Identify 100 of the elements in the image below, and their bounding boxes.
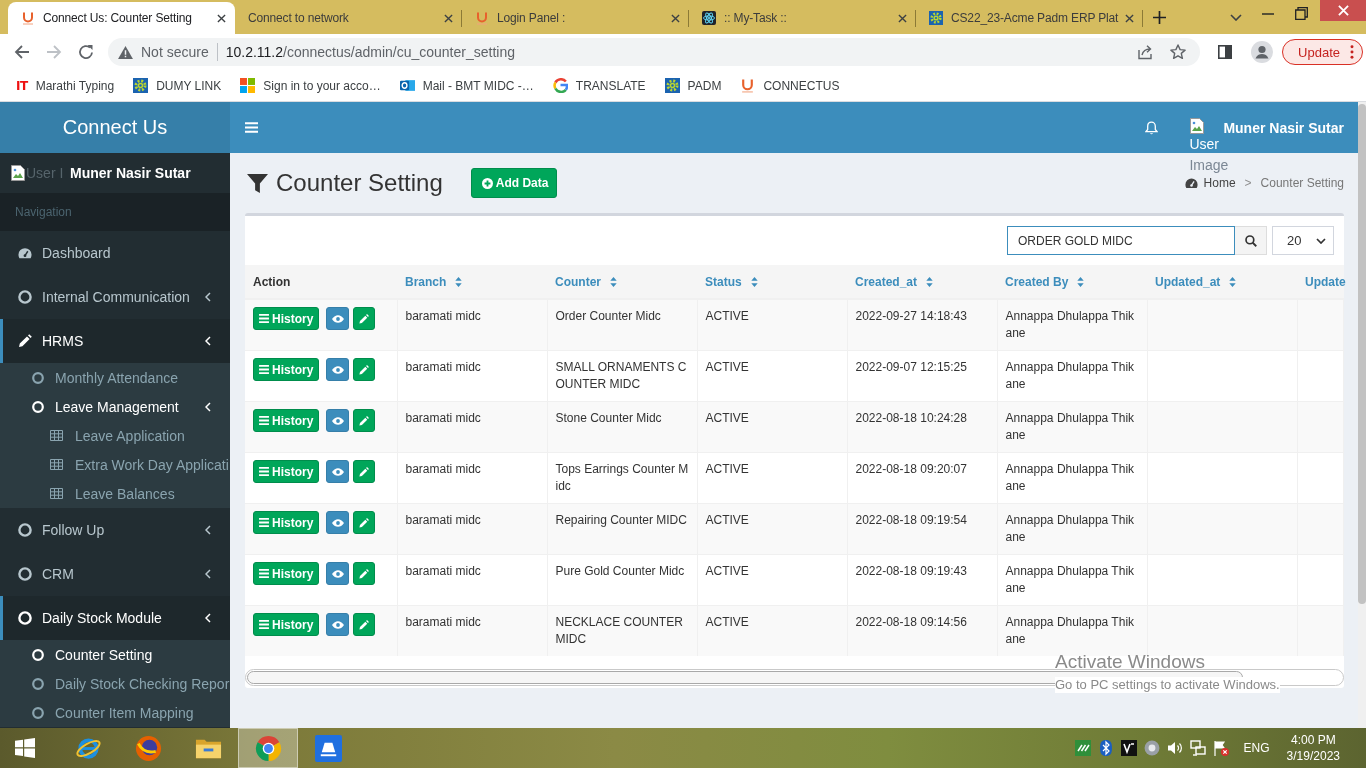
view-button[interactable]	[326, 613, 350, 636]
view-button[interactable]	[326, 307, 350, 330]
gauge-icon	[18, 246, 32, 260]
search-button[interactable]	[1235, 226, 1267, 255]
close-icon[interactable]	[1125, 13, 1134, 23]
add-data-button[interactable]: Add Data	[470, 168, 558, 198]
browser-tab[interactable]: Login Panel :	[462, 2, 689, 34]
url-field[interactable]: 10.2.11.2/connectus/admin/cu_counter_setting	[225, 44, 515, 60]
brand-title[interactable]: Connect Us	[0, 102, 230, 153]
history-button[interactable]: History	[253, 613, 320, 636]
history-button[interactable]: History	[253, 460, 320, 483]
search-field[interactable]: ORDER GOLD MIDC	[1007, 226, 1235, 255]
menu-item[interactable]: Dashboard	[0, 231, 230, 275]
avatar-icon[interactable]	[1251, 41, 1273, 63]
back-arrow-icon[interactable]	[14, 44, 30, 60]
table-cell: ACTIVE	[697, 350, 847, 402]
plus-icon[interactable]	[1153, 10, 1166, 24]
browser-tab[interactable]: Connect to network	[235, 2, 462, 34]
close-icon[interactable]	[898, 13, 907, 23]
scrollbar-thumb[interactable]	[1358, 104, 1366, 604]
start-icon[interactable]	[15, 738, 35, 758]
nav-header: Navigation	[0, 193, 230, 231]
submenu-item[interactable]: Counter Setting	[0, 640, 230, 669]
flag-icon[interactable]	[1212, 740, 1229, 756]
browser-tab[interactable]: CS22_23-Acme Padm ERP Plat	[916, 2, 1143, 34]
submenu-item[interactable]: Counter Item Mapping	[0, 698, 230, 727]
view-button[interactable]	[326, 562, 350, 585]
app-tile-icon[interactable]	[1074, 740, 1091, 756]
edit-button[interactable]	[353, 511, 376, 534]
close-icon[interactable]	[671, 13, 680, 23]
close-icon[interactable]	[444, 13, 453, 23]
column-header[interactable]: Created By	[997, 265, 1147, 299]
star-icon[interactable]	[1170, 44, 1186, 60]
network-icon[interactable]	[1189, 740, 1206, 756]
warning-icon[interactable]	[118, 45, 133, 59]
view-button[interactable]	[326, 409, 350, 432]
bookmark[interactable]: Mail - BMT MIDC -…	[391, 78, 542, 93]
browser-tab[interactable]: Connect Us: Counter Setting	[8, 2, 235, 34]
language-indicator[interactable]: ENG	[1243, 741, 1270, 755]
edit-button[interactable]	[353, 562, 376, 585]
bookmark[interactable]: Sign in to your acco…	[232, 78, 389, 93]
share-icon[interactable]	[1137, 44, 1153, 60]
breadcrumb-link[interactable]: Home	[1184, 176, 1236, 190]
taskbar-button[interactable]	[238, 728, 298, 768]
column-header[interactable]: Status	[697, 265, 847, 299]
menu-item[interactable]: HRMS	[0, 319, 230, 363]
bell-icon[interactable]	[1145, 120, 1159, 135]
side-panel-icon[interactable]	[1218, 45, 1232, 59]
menu-item[interactable]: Daily Stock Module	[0, 596, 230, 640]
submenu-item[interactable]: Leave Balances	[0, 479, 230, 508]
speaker-icon[interactable]	[1166, 740, 1183, 756]
history-button[interactable]: History	[253, 358, 320, 381]
history-button[interactable]: History	[253, 307, 320, 330]
view-button[interactable]	[326, 460, 350, 483]
column-header[interactable]: Counter	[547, 265, 697, 299]
menu-item[interactable]: Follow Up	[0, 508, 230, 552]
bookmark[interactable]: CONNECTUS	[732, 78, 848, 93]
submenu-item[interactable]: Extra Work Day Applicati	[0, 450, 230, 479]
bookmark[interactable]: DUMY LINK	[125, 78, 230, 93]
plus-circle-icon	[481, 177, 493, 189]
close-window-button[interactable]	[1320, 0, 1366, 21]
bookmark[interactable]: PADM	[656, 78, 730, 93]
browser-tab[interactable]: :: My-Task ::	[689, 2, 916, 34]
user-name[interactable]: Muner Nasir Sutar	[1223, 119, 1344, 136]
close-icon[interactable]	[217, 13, 226, 23]
view-button[interactable]	[326, 358, 350, 381]
clock-date[interactable]: 3/19/2023	[1286, 748, 1340, 764]
history-button[interactable]: History	[253, 511, 320, 534]
view-button[interactable]	[326, 511, 350, 534]
submenu-item[interactable]: Monthly Attendance	[0, 363, 230, 392]
column-header[interactable]: Update	[1297, 265, 1344, 299]
update-button[interactable]: Update	[1282, 39, 1363, 65]
edit-button[interactable]	[353, 409, 376, 432]
column-header[interactable]: Updated_at	[1147, 265, 1297, 299]
menu-item[interactable]: Internal Communication	[0, 275, 230, 319]
history-button[interactable]: History	[253, 562, 320, 585]
submenu-item[interactable]: Leave Application	[0, 421, 230, 450]
bluetooth-icon[interactable]	[1097, 740, 1114, 756]
tile-icon[interactable]	[1120, 740, 1137, 756]
disc-icon[interactable]	[1143, 740, 1160, 756]
edit-button[interactable]	[353, 307, 376, 330]
clock-time[interactable]: 4:00 PM	[1290, 732, 1336, 748]
chevron-down-icon[interactable]	[1230, 13, 1242, 21]
security-label[interactable]: Not secure	[141, 44, 209, 60]
bookmark[interactable]: TRANSLATE	[544, 78, 654, 93]
edit-button[interactable]	[353, 358, 376, 381]
bookmark[interactable]: IT Marathi Typing	[8, 78, 123, 93]
pencil-icon	[359, 415, 370, 426]
page-size-select[interactable]: 20	[1272, 226, 1334, 255]
column-header[interactable]: Branch	[397, 265, 547, 299]
menu-item[interactable]: CRM	[0, 552, 230, 596]
submenu-item[interactable]: Leave Management	[0, 392, 230, 421]
submenu-item[interactable]: Daily Stock Checking Repor	[0, 669, 230, 698]
history-button[interactable]: History	[253, 409, 320, 432]
column-header[interactable]: Created_at	[847, 265, 997, 299]
reload-icon[interactable]	[78, 44, 94, 60]
menu-icon[interactable]	[245, 122, 258, 133]
restore-icon[interactable]	[1295, 6, 1308, 20]
edit-button[interactable]	[353, 613, 376, 636]
edit-button[interactable]	[353, 460, 376, 483]
